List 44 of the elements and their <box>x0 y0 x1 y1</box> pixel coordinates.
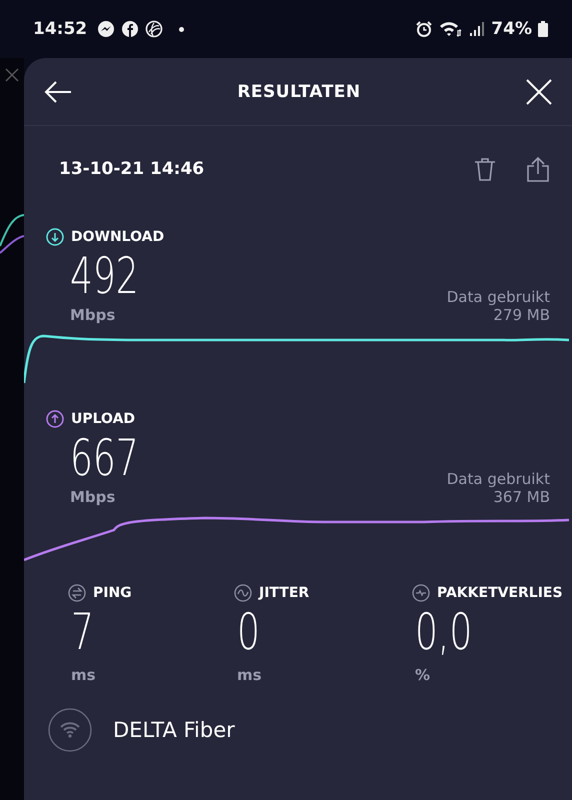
back-arrow-icon <box>44 80 72 104</box>
speed-unit: Mbps <box>70 306 116 324</box>
screen-title: RESULTATEN <box>237 82 361 102</box>
metric-unit: ms <box>237 666 263 684</box>
speed-unit: Mbps <box>70 488 116 506</box>
metric-value: 0 <box>237 602 260 662</box>
result-label: UPLOAD <box>71 411 136 427</box>
close-button[interactable] <box>526 78 552 104</box>
test-date: 13-10-21 14:46 <box>59 159 206 179</box>
wifi-icon <box>48 708 92 752</box>
wave-icon <box>234 584 252 602</box>
speed-value: 492 <box>70 246 139 306</box>
battery-icon <box>538 20 548 38</box>
trash-icon <box>474 157 496 181</box>
close-icon <box>5 68 19 82</box>
close-icon <box>526 78 552 104</box>
status-time: 14:52 <box>33 19 88 39</box>
battery-level: 74% <box>491 19 532 39</box>
messenger-icon <box>97 20 116 38</box>
delete-button[interactable] <box>474 157 496 181</box>
data-used-value: 367 MB <box>493 488 550 506</box>
metric-value: 7 <box>71 602 94 662</box>
data-used-label: Data gebruikt <box>446 470 550 488</box>
metric-label: PAKKETVERLIES <box>437 585 563 601</box>
metric-label: PING <box>93 585 132 601</box>
back-button[interactable] <box>44 80 72 104</box>
network-name: DELTA Fiber <box>113 718 235 742</box>
wifi-icon <box>439 20 464 38</box>
pulse-icon <box>412 584 430 602</box>
alarm-icon <box>415 20 434 38</box>
metric-label: JITTER <box>259 585 310 601</box>
ping-arrows-icon <box>68 584 86 602</box>
speed-value: 667 <box>70 428 139 488</box>
metric-unit: ms <box>71 666 97 684</box>
metric-value: 0,0 <box>415 602 472 662</box>
result-label: DOWNLOAD <box>71 229 164 245</box>
data-used-label: Data gebruikt <box>446 288 550 306</box>
signal-icon <box>469 20 486 38</box>
data-used-value: 279 MB <box>493 306 550 324</box>
notification-dot-icon <box>179 26 184 32</box>
share-button[interactable] <box>526 156 550 182</box>
metric-unit: % <box>415 666 432 684</box>
facebook-icon <box>121 20 140 38</box>
share-icon <box>526 156 550 182</box>
